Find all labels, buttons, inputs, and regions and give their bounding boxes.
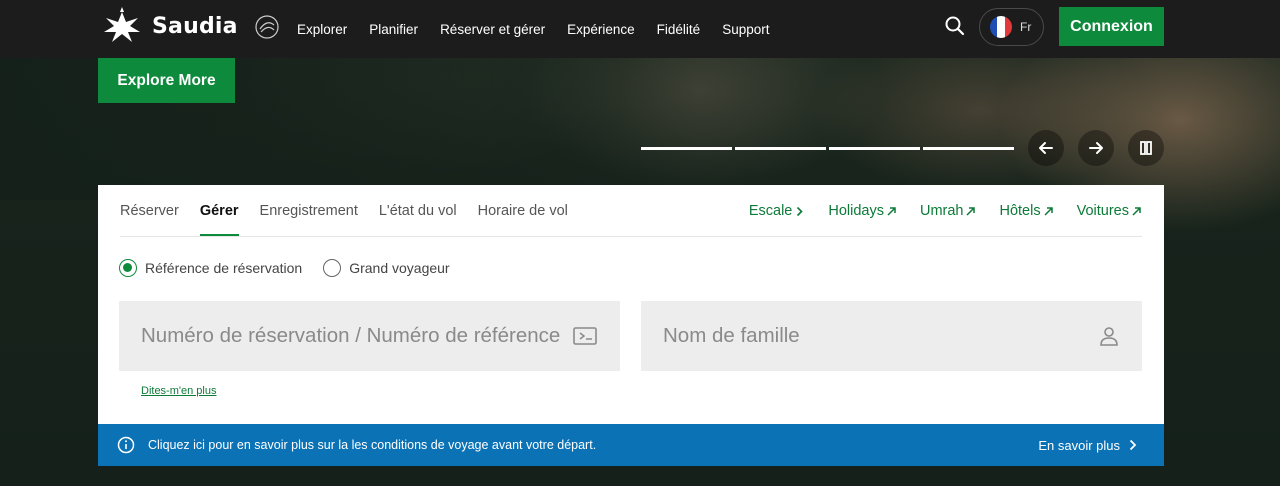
link-voitures-label: Voitures (1076, 203, 1129, 219)
arrow-right-icon (1089, 142, 1103, 154)
ticket-icon (573, 327, 597, 345)
nav-explorer[interactable]: Explorer (297, 22, 347, 37)
carousel-slide-4-indicator[interactable] (923, 147, 1014, 150)
tab-horaire-de-vol[interactable]: Horaire de vol (478, 185, 568, 237)
login-button[interactable]: Connexion (1059, 7, 1164, 46)
external-arrow-icon (887, 206, 896, 216)
booking-reference-input[interactable] (141, 324, 572, 348)
radio-frequent-flyer-label: Grand voyageur (349, 260, 450, 276)
saudia-logo[interactable]: Saudia (98, 6, 282, 46)
external-arrow-icon (966, 206, 976, 216)
learn-more-label: En savoir plus (1038, 437, 1120, 453)
skyteam-logo-icon (255, 15, 279, 39)
tabs-divider (120, 236, 1142, 237)
language-selector[interactable]: Fr (979, 8, 1044, 46)
carousel-slide-2-indicator[interactable] (735, 147, 826, 150)
explore-more-button[interactable]: Explore More (98, 58, 235, 103)
travel-conditions-text: Cliquez ici pour en savoir plus sur la l… (148, 438, 597, 452)
search-icon[interactable] (942, 13, 968, 39)
nav-reserver-et-gerer[interactable]: Réserver et gérer (440, 22, 545, 37)
radio-checked-icon[interactable] (119, 259, 137, 277)
chevron-right-icon (797, 206, 803, 216)
radio-booking-reference-label: Référence de réservation (145, 260, 303, 276)
user-icon (1100, 327, 1118, 346)
last-name-field[interactable] (641, 301, 1142, 371)
booking-card: Réserver Gérer Enregistrement L'état du … (98, 185, 1164, 424)
carousel-next-button[interactable] (1078, 130, 1114, 166)
carousel-previous-button[interactable] (1028, 130, 1064, 166)
link-hotels-label: Hôtels (999, 203, 1041, 219)
travel-conditions-banner[interactable]: Cliquez ici pour en savoir plus sur la l… (98, 424, 1164, 466)
external-arrow-icon (1044, 206, 1053, 216)
tab-gerer[interactable]: Gérer (199, 185, 239, 237)
top-navigation: Saudia Explorer Planifier Réserver et gé… (0, 0, 1280, 58)
external-arrow-icon (1132, 206, 1141, 216)
chevron-right-icon (1129, 439, 1137, 451)
carousel-indicators (641, 147, 1014, 150)
tab-reserver[interactable]: Réserver (120, 185, 179, 237)
radio-unchecked-icon[interactable] (323, 259, 342, 277)
carousel-pause-button[interactable] (1128, 130, 1164, 166)
link-escale[interactable]: Escale (749, 203, 806, 219)
radio-frequent-flyer[interactable]: Grand voyageur (323, 259, 450, 277)
search-type-radios: Référence de réservation Grand voyageur (119, 259, 471, 277)
link-escale-label: Escale (748, 203, 793, 219)
tab-enregistrement[interactable]: Enregistrement (260, 185, 358, 237)
nav-fidelite[interactable]: Fidélité (657, 22, 701, 37)
nav-experience[interactable]: Expérience (567, 22, 635, 37)
carousel-slide-3-indicator[interactable] (829, 147, 920, 150)
language-label: Fr (1020, 20, 1032, 34)
france-flag-icon (990, 16, 1012, 38)
link-holidays[interactable]: Holidays (828, 203, 897, 219)
brand-name: Saudia (152, 13, 238, 39)
saudia-emblem-icon (104, 7, 140, 42)
nav-planifier[interactable]: Planifier (369, 22, 418, 37)
learn-more-link[interactable]: En savoir plus (1038, 424, 1138, 466)
arrow-left-icon (1039, 142, 1053, 154)
tell-me-more-link[interactable]: Dites-m'en plus (141, 385, 216, 397)
info-icon (117, 436, 135, 454)
link-umrah[interactable]: Umrah (920, 203, 977, 219)
external-links: Escale Holidays Umrah Hôtels Voitures (726, 185, 1142, 237)
main-menu: Explorer Planifier Réserver et gérer Exp… (297, 0, 791, 58)
tab-etat-du-vol[interactable]: L'état du vol (379, 185, 457, 237)
nav-support[interactable]: Support (722, 22, 769, 37)
booking-reference-field[interactable] (119, 301, 620, 371)
carousel-slide-1-indicator[interactable] (641, 147, 732, 150)
booking-tabs: Réserver Gérer Enregistrement L'état du … (120, 185, 589, 237)
link-umrah-label: Umrah (919, 203, 964, 219)
radio-booking-reference[interactable]: Référence de réservation (119, 259, 302, 277)
link-holidays-label: Holidays (828, 203, 884, 219)
link-hotels[interactable]: Hôtels (999, 203, 1053, 219)
pause-icon (1140, 141, 1152, 155)
link-voitures[interactable]: Voitures (1077, 203, 1142, 219)
last-name-input[interactable] (663, 324, 1098, 348)
